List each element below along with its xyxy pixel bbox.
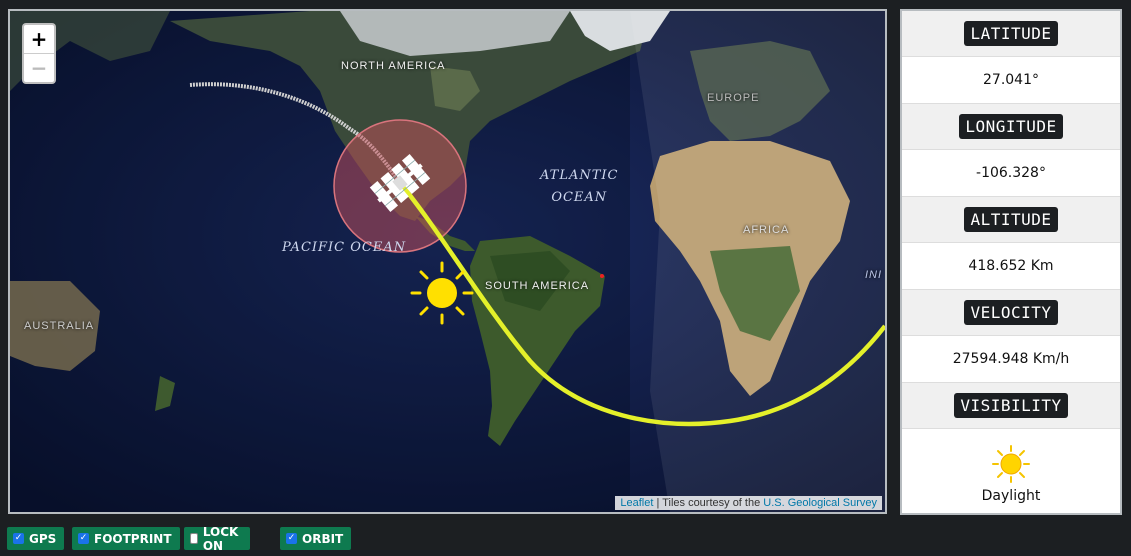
label-pacific-ocean: PACIFIC OCEAN: [282, 240, 407, 255]
zoom-out-button[interactable]: −: [24, 53, 54, 82]
velocity-header: VELOCITY: [902, 290, 1120, 336]
map-attribution: Leaflet | Tiles courtesy of the U.S. Geo…: [615, 496, 882, 510]
lock-on-label: LOCK ON: [202, 524, 239, 553]
zoom-in-button[interactable]: +: [24, 25, 54, 53]
visibility-value: Daylight: [981, 488, 1041, 504]
label-europe: EUROPE: [707, 92, 760, 104]
latitude-value: 27.041°: [902, 57, 1120, 104]
altitude-header: ALTITUDE: [902, 197, 1120, 243]
gps-checkbox[interactable]: ✓: [13, 533, 24, 544]
label-india-partial: INI: [865, 269, 883, 281]
lock-on-toggle[interactable]: LOCK ON: [184, 524, 250, 553]
visibility-header: VISIBILITY: [902, 383, 1120, 429]
visibility-label: VISIBILITY: [954, 393, 1068, 418]
longitude-label: LONGITUDE: [959, 114, 1063, 139]
orbit-toggle[interactable]: ✓ ORBIT: [280, 527, 352, 550]
label-atlantic-line2: OCEAN: [551, 190, 608, 205]
altitude-value: 418.652 Km: [902, 243, 1120, 290]
iss-map[interactable]: NORTH AMERICA SOUTH AMERICA EUROPE AFRIC…: [8, 9, 887, 514]
footprint-toggle[interactable]: ✓ FOOTPRINT: [72, 527, 180, 550]
gps-toggle[interactable]: ✓ GPS: [7, 527, 65, 550]
sun-icon: [410, 261, 474, 325]
label-north-america: NORTH AMERICA: [341, 60, 446, 72]
leaflet-link[interactable]: Leaflet: [620, 497, 653, 509]
label-atlantic-ocean: ATLANTIC OCEAN: [540, 165, 619, 209]
attribution-text: | Tiles courtesy of the: [653, 497, 764, 509]
usgs-link[interactable]: U.S. Geological Survey: [763, 497, 877, 509]
velocity-label: VELOCITY: [964, 300, 1058, 325]
altitude-label: ALTITUDE: [964, 207, 1058, 232]
lock-on-checkbox[interactable]: [190, 533, 198, 544]
label-australia: AUSTRALIA: [24, 320, 95, 332]
footprint-checkbox[interactable]: ✓: [78, 533, 89, 544]
velocity-value: 27594.948 Km/h: [902, 336, 1120, 383]
latitude-label: LATITUDE: [964, 21, 1058, 46]
label-africa: AFRICA: [743, 224, 790, 236]
orbit-checkbox[interactable]: ✓: [286, 533, 297, 544]
footprint-label: FOOTPRINT: [94, 531, 172, 546]
zoom-control: + −: [22, 23, 56, 84]
label-atlantic-line1: ATLANTIC: [540, 168, 619, 183]
longitude-value: -106.328°: [902, 150, 1120, 197]
world-imagery: [10, 11, 885, 512]
gps-label: GPS: [29, 531, 57, 546]
latitude-header: LATITUDE: [902, 11, 1120, 57]
sun-icon: [992, 445, 1030, 483]
label-south-america: SOUTH AMERICA: [485, 280, 590, 292]
visibility-section: Daylight: [902, 429, 1120, 519]
longitude-header: LONGITUDE: [902, 104, 1120, 150]
orbit-label: ORBIT: [302, 531, 344, 546]
telemetry-panel: LATITUDE 27.041° LONGITUDE -106.328° ALT…: [900, 9, 1122, 515]
